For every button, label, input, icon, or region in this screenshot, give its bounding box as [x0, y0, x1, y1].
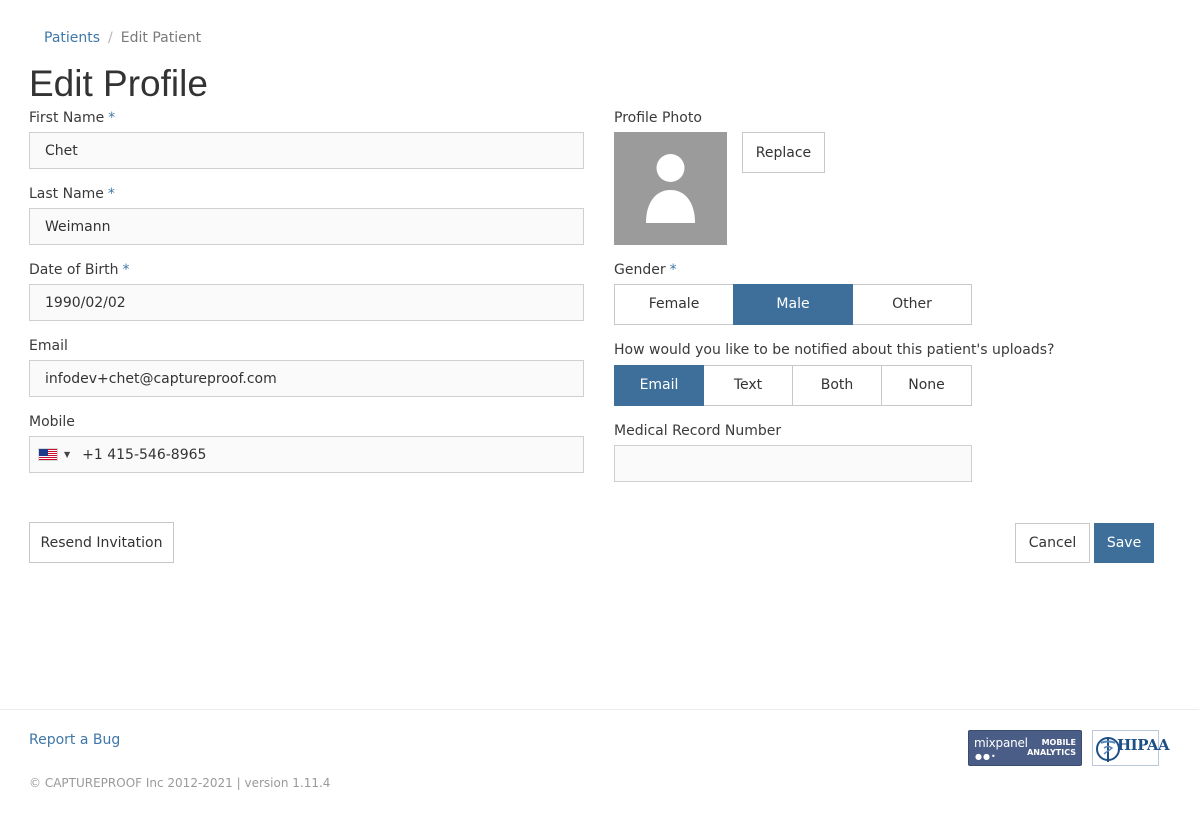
report-bug-link[interactable]: Report a Bug [29, 730, 120, 750]
mobile-label: Mobile [29, 414, 75, 430]
resend-invitation-button[interactable]: Resend Invitation [29, 522, 174, 563]
page-title: Edit Profile [29, 63, 208, 104]
save-button[interactable]: Save [1094, 523, 1154, 563]
mixpanel-badge[interactable]: mixpanel MOBILE ANALYTICS ●●• [968, 730, 1082, 766]
required-marker: * [122, 262, 130, 278]
user-silhouette-icon [646, 154, 695, 223]
mrn-input[interactable] [614, 445, 972, 482]
mixpanel-tagline-2: ANALYTICS [1027, 748, 1076, 757]
breadcrumb-current: Edit Patient [120, 30, 202, 46]
mobile-input[interactable] [82, 446, 523, 463]
dob-input[interactable] [29, 284, 584, 321]
mrn-label: Medical Record Number [614, 423, 782, 439]
notify-option-both[interactable]: Both [792, 365, 882, 406]
last-name-label: Last Name * [29, 185, 115, 203]
notification-label: How would you like to be notified about … [614, 342, 1055, 358]
gender-option-other[interactable]: Other [852, 284, 972, 325]
mobile-field: ▼ [29, 436, 584, 473]
mixpanel-logo-text: mixpanel [974, 736, 1028, 750]
first-name-label-text: First Name [29, 110, 105, 126]
last-name-input[interactable] [29, 208, 584, 245]
first-name-label: First Name * [29, 109, 115, 127]
gender-label: Gender * [614, 261, 677, 279]
notify-option-email[interactable]: Email [614, 365, 704, 406]
required-marker: * [107, 186, 115, 202]
replace-photo-button[interactable]: Replace [742, 132, 825, 173]
notify-option-none[interactable]: None [881, 365, 972, 406]
last-name-label-text: Last Name [29, 186, 104, 202]
gender-option-male[interactable]: Male [733, 284, 853, 325]
chevron-down-icon[interactable]: ▼ [64, 437, 70, 472]
profile-photo-label: Profile Photo [614, 110, 702, 126]
cancel-button[interactable]: Cancel [1015, 523, 1090, 563]
avatar [614, 132, 727, 245]
breadcrumb-separator: / [108, 30, 113, 46]
mixpanel-tagline: MOBILE ANALYTICS [1027, 738, 1076, 758]
notify-option-text[interactable]: Text [703, 365, 793, 406]
email-input[interactable] [29, 360, 584, 397]
notification-segmented-control: Email Text Both None [614, 365, 972, 406]
gender-label-text: Gender [614, 262, 666, 278]
breadcrumb-patients-link[interactable]: Patients [44, 30, 100, 46]
mixpanel-tagline-1: MOBILE [1041, 738, 1076, 747]
email-label: Email [29, 338, 68, 354]
footer-divider [0, 709, 1199, 710]
required-marker: * [108, 110, 116, 126]
first-name-input[interactable] [29, 132, 584, 169]
mixpanel-dots-icon: ●●• [975, 752, 997, 761]
gender-segmented-control: Female Male Other [614, 284, 972, 325]
hipaa-badge: HIPAA [1092, 730, 1170, 766]
hipaa-text: HIPAA [1117, 736, 1170, 754]
copyright-text: © CAPTUREPROOF Inc 2012-2021 | version 1… [29, 776, 331, 790]
us-flag-icon[interactable] [38, 448, 58, 461]
dob-label-text: Date of Birth [29, 262, 119, 278]
gender-option-female[interactable]: Female [614, 284, 734, 325]
dob-label: Date of Birth * [29, 261, 129, 279]
breadcrumb: Patients / Edit Patient [44, 29, 201, 47]
required-marker: * [669, 262, 677, 278]
